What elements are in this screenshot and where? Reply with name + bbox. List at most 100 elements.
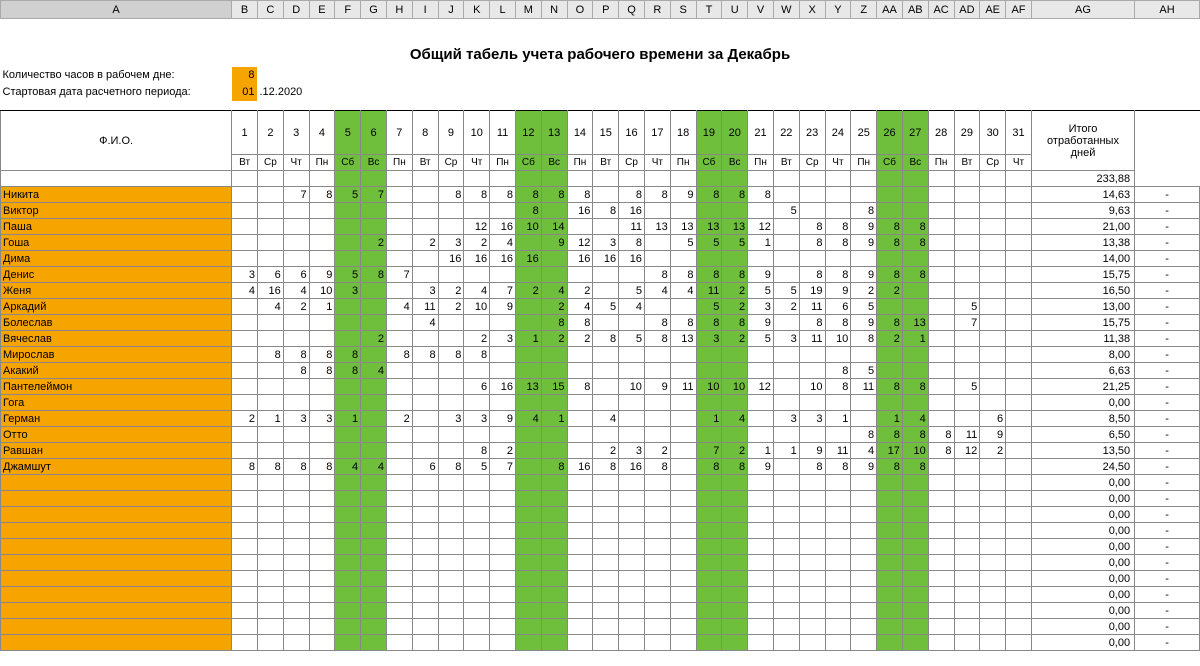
hours-cell[interactable] [644,571,670,587]
hours-cell[interactable]: 4 [361,363,387,379]
hours-cell[interactable] [902,395,928,411]
hours-cell[interactable] [773,219,799,235]
hours-cell[interactable] [980,283,1006,299]
hours-cell[interactable] [748,523,774,539]
hours-cell[interactable]: 8 [490,187,516,203]
hours-cell[interactable] [825,507,851,523]
hours-cell[interactable] [567,539,593,555]
hours-cell[interactable]: 3 [799,411,825,427]
hours-cell[interactable] [593,379,619,395]
hours-cell[interactable] [232,315,258,331]
hours-cell[interactable]: 8 [902,235,928,251]
hours-cell[interactable]: 2 [851,283,877,299]
hours-cell[interactable] [232,379,258,395]
hours-cell[interactable] [361,443,387,459]
hours-cell[interactable] [309,379,335,395]
hours-cell[interactable] [722,603,748,619]
hours-cell[interactable] [748,251,774,267]
hours-cell[interactable] [490,395,516,411]
hours-cell[interactable] [386,203,412,219]
hours-cell[interactable]: 2 [361,331,387,347]
hours-cell[interactable]: 8 [696,187,722,203]
hours-cell[interactable] [748,427,774,443]
hours-cell[interactable] [361,475,387,491]
hours-cell[interactable]: 11 [851,379,877,395]
hours-cell[interactable]: 8 [232,459,258,475]
hours-cell[interactable] [877,363,903,379]
hours-cell[interactable] [644,411,670,427]
hours-cell[interactable]: 7 [490,459,516,475]
hours-cell[interactable] [670,555,696,571]
employee-name[interactable] [1,619,232,635]
hours-cell[interactable] [696,203,722,219]
hours-cell[interactable] [748,203,774,219]
hours-cell[interactable]: 8 [851,427,877,443]
hours-cell[interactable] [773,523,799,539]
hours-cell[interactable]: 2 [361,235,387,251]
hours-cell[interactable]: 2 [464,235,490,251]
hours-cell[interactable] [722,491,748,507]
hours-cell[interactable]: 2 [877,331,903,347]
hours-cell[interactable] [541,571,567,587]
hours-cell[interactable]: 4 [902,411,928,427]
hours-cell[interactable] [490,587,516,603]
hours-cell[interactable] [954,187,980,203]
hours-cell[interactable] [515,443,541,459]
hours-cell[interactable]: 8 [438,459,464,475]
hours-cell[interactable] [619,555,645,571]
hours-cell[interactable] [283,523,309,539]
hours-cell[interactable] [954,331,980,347]
hours-cell[interactable]: 8 [877,267,903,283]
hours-cell[interactable]: 6 [283,267,309,283]
hours-cell[interactable] [361,619,387,635]
hours-cell[interactable] [309,587,335,603]
hours-cell[interactable] [386,539,412,555]
hours-cell[interactable] [412,539,438,555]
hours-cell[interactable] [490,315,516,331]
hours-cell[interactable] [593,427,619,443]
hours-cell[interactable] [515,299,541,315]
hours-cell[interactable] [232,331,258,347]
hours-cell[interactable]: 5 [696,299,722,315]
hours-cell[interactable] [619,539,645,555]
hours-cell[interactable] [722,363,748,379]
hours-cell[interactable] [1006,491,1032,507]
hours-cell[interactable] [748,587,774,603]
hours-cell[interactable] [928,379,954,395]
hours-cell[interactable] [386,619,412,635]
hours-cell[interactable]: 9 [799,443,825,459]
hours-cell[interactable] [232,443,258,459]
hours-cell[interactable] [386,379,412,395]
hours-cell[interactable] [851,475,877,491]
hours-cell[interactable] [309,395,335,411]
hours-cell[interactable]: 8 [567,187,593,203]
hours-cell[interactable] [980,619,1006,635]
hours-cell[interactable] [928,363,954,379]
hours-cell[interactable] [877,203,903,219]
hours-cell[interactable] [928,267,954,283]
hours-cell[interactable] [928,539,954,555]
hours-cell[interactable]: 3 [464,411,490,427]
hours-cell[interactable]: 3 [438,411,464,427]
hours-cell[interactable] [825,571,851,587]
employee-name[interactable]: Отто [1,427,232,443]
column-header[interactable]: AH [1135,1,1200,19]
hours-cell[interactable] [696,475,722,491]
employee-name[interactable]: Денис [1,267,232,283]
hours-cell[interactable]: 9 [851,459,877,475]
hours-cell[interactable] [722,539,748,555]
hours-cell[interactable]: 3 [283,411,309,427]
hours-cell[interactable] [1006,587,1032,603]
hours-cell[interactable] [283,251,309,267]
hours-cell[interactable] [593,347,619,363]
hours-cell[interactable] [851,491,877,507]
hours-cell[interactable] [283,555,309,571]
column-header[interactable]: Z [851,1,877,19]
hours-cell[interactable] [438,315,464,331]
hours-cell[interactable] [619,427,645,443]
hours-cell[interactable]: 9 [748,459,774,475]
hours-cell[interactable]: 5 [593,299,619,315]
hours-cell[interactable] [954,411,980,427]
hours-cell[interactable] [490,635,516,651]
hours-cell[interactable]: 5 [851,299,877,315]
